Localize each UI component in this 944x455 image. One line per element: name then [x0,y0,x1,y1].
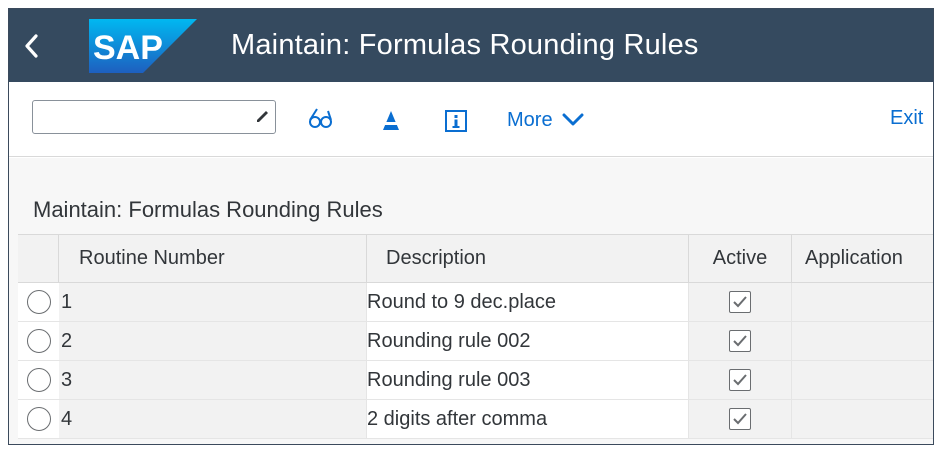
table-row[interactable]: 1 Round to 9 dec.place [18,283,933,322]
active-checkbox[interactable] [729,369,751,391]
routine-number-cell: 3 [59,361,367,399]
row-select-radio[interactable] [26,290,51,314]
maintain-button[interactable] [376,106,406,136]
description-cell: Round to 9 dec.place [367,283,689,321]
active-checkbox[interactable] [729,291,751,313]
more-label: More [507,108,553,131]
info-icon [445,110,467,132]
sap-logo: SAP [89,18,197,73]
routine-number-cell: 4 [59,400,367,438]
routine-number-cell: 1 [59,283,367,321]
checkmark-icon [733,335,747,347]
description-cell: Rounding rule 003 [367,361,689,399]
content-area: Maintain: Formulas Rounding Rules Routin… [9,158,933,444]
row-select-radio[interactable] [26,329,51,353]
svg-text:SAP: SAP [93,29,163,67]
application-cell [792,361,933,399]
info-button[interactable] [441,106,471,136]
table-row[interactable]: 4 2 digits after comma [18,400,933,439]
column-header-active[interactable]: Active [689,235,792,282]
command-field[interactable] [32,100,276,134]
row-select-radio[interactable] [26,407,51,431]
routine-number-cell: 2 [59,322,367,360]
section-title: Maintain: Formulas Rounding Rules [33,197,383,222]
triangle-cone-icon [382,111,400,130]
glasses-display-icon [309,108,332,128]
back-button[interactable] [9,9,55,82]
column-header-routine-number[interactable]: Routine Number [59,235,367,282]
more-button[interactable]: More [507,105,584,135]
checkmark-icon [733,296,747,308]
table-row[interactable]: 3 Rounding rule 003 [18,361,933,400]
table-row[interactable]: 2 Rounding rule 002 [18,322,933,361]
rounding-rules-table: Routine Number Description Active Applic… [18,234,933,439]
shell-header: SAP Maintain: Formulas Rounding Rules [9,9,933,82]
display-change-button[interactable] [306,104,336,134]
description-cell: 2 digits after comma [367,400,689,438]
shell-title: Maintain: Formulas Rounding Rules [231,29,699,61]
chevron-down-icon [562,113,584,126]
chevron-left-icon [25,33,38,58]
row-select-radio[interactable] [26,368,51,392]
checkmark-icon [733,374,747,386]
exit-button[interactable]: Exit [890,107,923,130]
column-header-description[interactable]: Description [367,235,689,282]
command-input[interactable] [33,101,248,133]
application-cell [792,322,933,360]
table-header: Routine Number Description Active Applic… [18,234,933,283]
description-cell: Rounding rule 002 [367,322,689,360]
application-cell [792,400,933,438]
active-checkbox[interactable] [729,408,751,430]
column-header-application[interactable]: Application [792,235,933,282]
toolbar: More Exit [9,82,933,157]
checkmark-icon [733,413,747,425]
application-cell [792,283,933,321]
select-column-header [18,235,59,282]
command-dropdown-icon[interactable] [253,109,269,125]
app-window: SAP Maintain: Formulas Rounding Rules Mo… [8,8,934,445]
active-checkbox[interactable] [729,330,751,352]
